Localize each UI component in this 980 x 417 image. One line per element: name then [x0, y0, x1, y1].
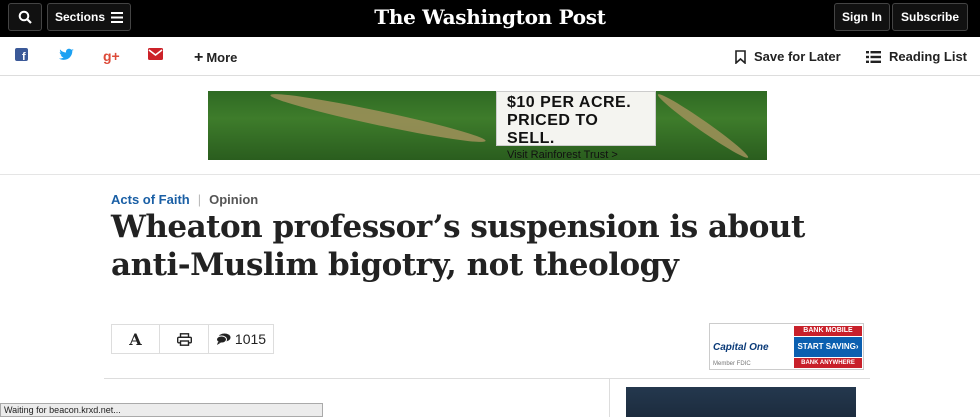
svg-text:f: f — [22, 51, 26, 61]
start-saving-button[interactable]: START SAVING› — [794, 337, 862, 357]
share-bar: f g+ + More Save for Later Reading List — [0, 37, 980, 76]
font-size-button[interactable]: A — [112, 325, 160, 353]
print-icon — [176, 332, 192, 346]
twitter-icon[interactable] — [59, 48, 74, 61]
article-headline: Wheaton professor’s suspension is about … — [111, 209, 805, 283]
reading-list-button[interactable]: Reading List — [866, 49, 967, 64]
sign-in-button[interactable]: Sign In — [834, 3, 890, 31]
reading-list-label: Reading List — [889, 49, 968, 64]
subscribe-button[interactable]: Subscribe — [892, 3, 968, 31]
masthead-logo[interactable]: The Washington Post — [0, 5, 980, 29]
facebook-icon[interactable]: f — [15, 48, 28, 61]
list-icon — [866, 50, 881, 63]
bookmark-icon — [735, 49, 746, 64]
print-button[interactable] — [160, 325, 209, 353]
top-navigation-bar: Sections The Washington Post Sign In Sub… — [0, 0, 980, 37]
more-share-button[interactable]: + More — [194, 49, 237, 67]
comments-button[interactable]: 1015 — [209, 325, 273, 353]
save-for-later-label: Save for Later — [754, 49, 841, 64]
ad-headline-2: PRICED TO SELL. — [507, 112, 599, 147]
category-link[interactable]: Acts of Faith — [111, 192, 190, 207]
ad-cta: Visit Rainforest Trust > — [507, 149, 618, 160]
sidebar-ad-image[interactable] — [626, 387, 856, 417]
divider — [0, 174, 980, 175]
more-label: More — [206, 50, 238, 65]
comment-count: 1015 — [234, 331, 267, 347]
ad-top-banner: BANK MOBILE — [794, 326, 862, 336]
google-plus-icon[interactable]: g+ — [103, 48, 120, 64]
ad-river-graphic — [268, 91, 488, 148]
save-for-later-button[interactable]: Save for Later — [735, 49, 841, 64]
ad-price-tag: $10 PER ACRE. PRICED TO SELL. Visit Rain… — [496, 91, 656, 160]
member-fdic-text: Member FDIC — [713, 361, 751, 367]
plus-icon: + — [194, 49, 204, 66]
browser-status-bar: Waiting for beacon.krxd.net... — [0, 403, 323, 417]
ad-river-graphic — [655, 91, 751, 160]
ad-headline-1: $10 PER ACRE. — [507, 94, 632, 111]
opinion-label: Opinion — [209, 192, 259, 207]
article-kicker: Acts of Faith | Opinion — [111, 192, 258, 207]
rainforest-trust-ad[interactable]: $10 PER ACRE. PRICED TO SELL. Visit Rain… — [208, 91, 767, 160]
comment-icon — [215, 333, 231, 345]
divider — [104, 378, 870, 379]
capital-one-ad[interactable]: Capital One Member FDIC BANK MOBILE STAR… — [709, 323, 864, 370]
ad-bottom-banner: BANK ANYWHERE — [794, 358, 862, 368]
capital-one-logo: Capital One — [713, 342, 769, 353]
kicker-separator: | — [197, 192, 202, 207]
column-divider — [609, 379, 610, 417]
article-tools: A 1015 — [111, 324, 274, 354]
email-icon[interactable] — [148, 48, 163, 60]
